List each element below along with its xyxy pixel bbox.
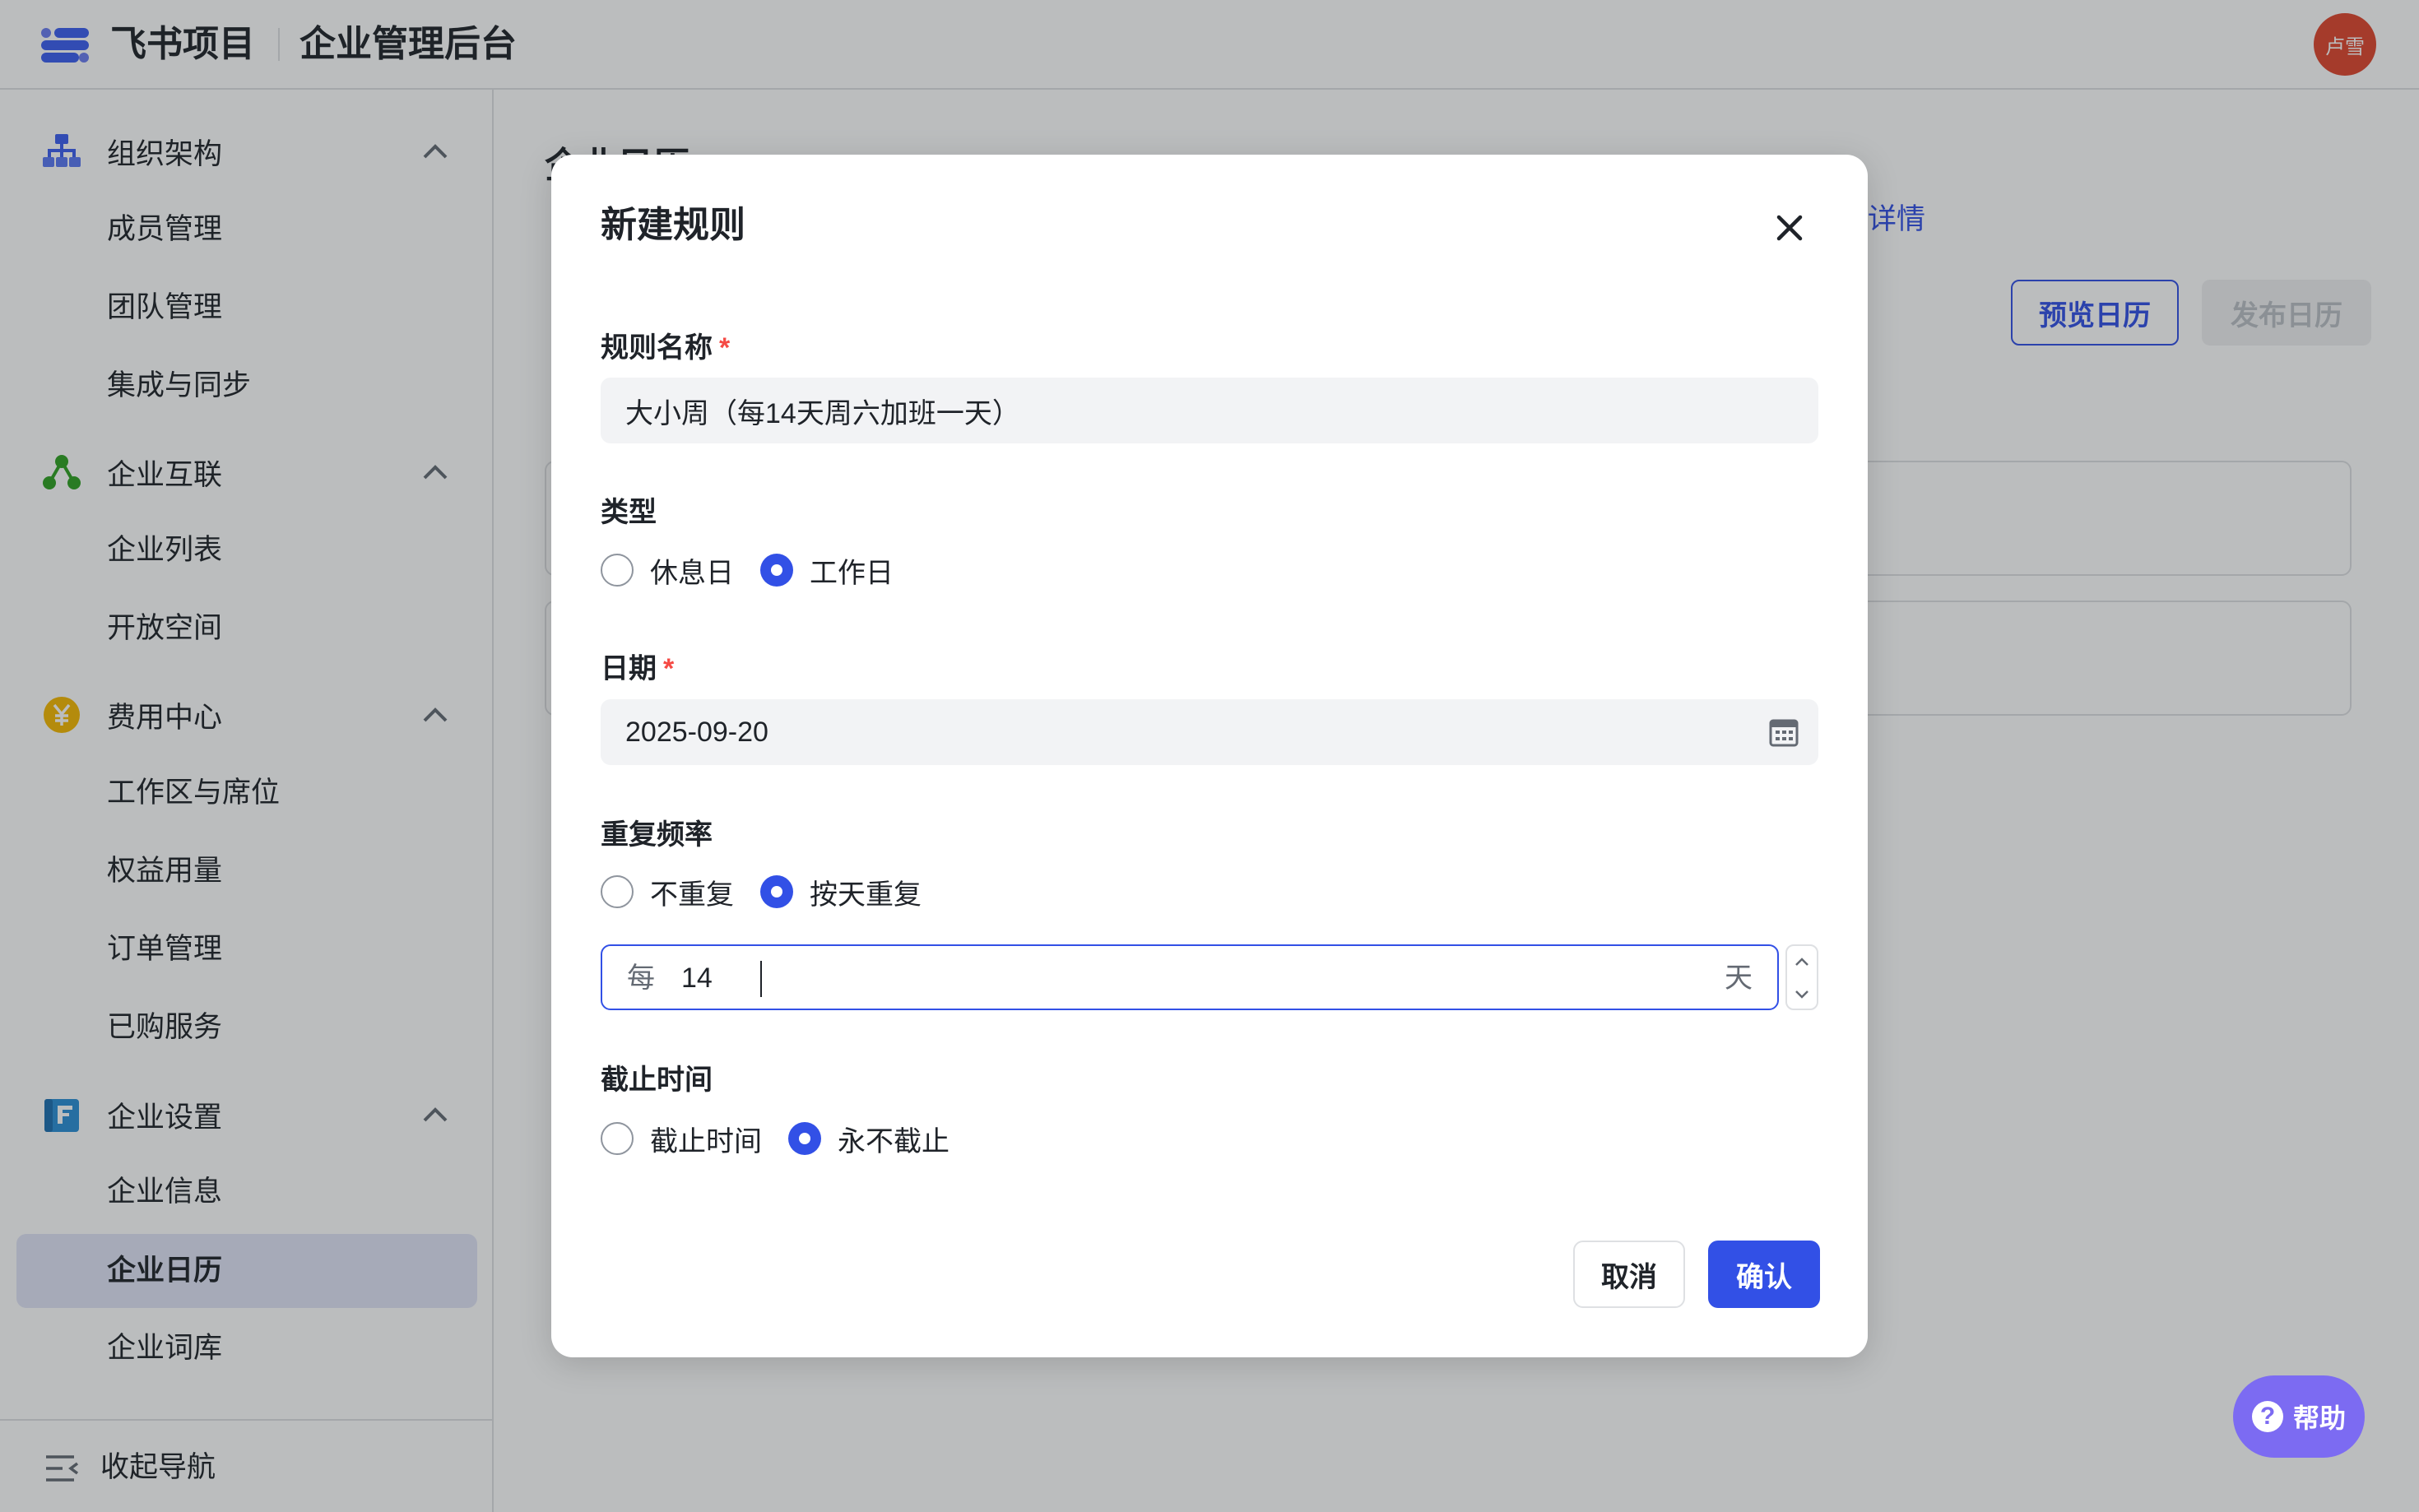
radio-rest-day[interactable] [601,554,634,587]
radio-daily-repeat[interactable] [760,875,793,908]
rule-name-input[interactable]: 大小周（每14天周六加班一天） [601,378,1818,443]
interval-input[interactable]: 每 14 天 [601,944,1779,1010]
date-value: 2025-09-20 [625,716,768,748]
end-radio-group: 截止时间 永不截止 [601,1118,976,1159]
interval-prefix: 每 [627,962,655,994]
cancel-button[interactable]: 取消 [1573,1241,1685,1308]
radio-label-daily-repeat[interactable]: 按天重复 [810,872,922,912]
stepper-up-icon[interactable] [1794,956,1810,967]
interval-suffix: 天 [1725,962,1753,994]
radio-end-date[interactable] [601,1122,634,1155]
repeat-label: 重复频率 [601,819,713,851]
radio-label-rest-day[interactable]: 休息日 [650,550,734,591]
radio-work-day[interactable] [760,554,793,587]
date-label: 日期 * [601,650,674,688]
close-icon[interactable] [1776,214,1804,242]
type-radio-group: 休息日 工作日 [601,550,920,591]
help-label: 帮助 [2292,1403,2346,1433]
required-mark: * [663,653,675,684]
end-time-label: 截止时间 [601,1064,713,1096]
interval-value: 14 [681,962,713,994]
radio-label-no-repeat[interactable]: 不重复 [650,872,734,912]
help-button[interactable]: ? 帮助 [2233,1375,2365,1458]
repeat-radio-group: 不重复 按天重复 [601,871,948,912]
date-label-text: 日期 [601,653,657,684]
radio-label-never-end[interactable]: 永不截止 [838,1119,949,1159]
confirm-button[interactable]: 确认 [1708,1241,1820,1308]
required-mark: * [719,332,731,364]
rule-name-label: 规则名称 * [601,329,730,367]
calendar-icon[interactable] [1769,717,1799,747]
new-rule-dialog: 新建规则 规则名称 * 大小周（每14天周六加班一天） 类型 休息日 工作日 日期… [551,155,1868,1357]
radio-no-repeat[interactable] [601,875,634,908]
rule-name-label-text: 规则名称 [601,332,713,364]
radio-never-end[interactable] [788,1122,821,1155]
dialog-title: 新建规则 [601,205,745,245]
type-label: 类型 [601,497,657,528]
radio-label-end-date[interactable]: 截止时间 [650,1119,762,1159]
date-picker-input[interactable]: 2025-09-20 [601,699,1818,765]
stepper-down-icon[interactable] [1794,989,1810,1000]
question-icon: ? [2251,1401,2283,1432]
text-caret [760,961,762,997]
radio-label-work-day[interactable]: 工作日 [810,550,894,591]
interval-stepper[interactable] [1785,944,1818,1010]
rule-name-value: 大小周（每14天周六加班一天） [625,397,1020,429]
